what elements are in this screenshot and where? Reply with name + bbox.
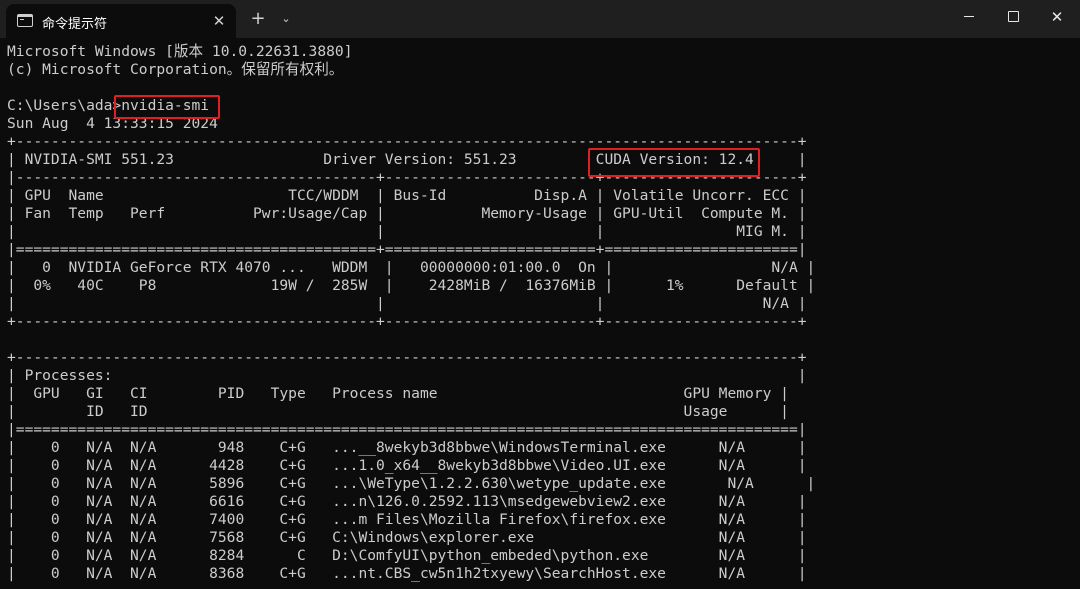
version-line: | NVIDIA-SMI 551.23 Driver Version: 551.… <box>7 151 807 168</box>
gpu-row: | 0 NVIDIA GeForce RTX 4070 ... WDDM | 0… <box>7 259 816 276</box>
close-button[interactable]: ✕ <box>1034 0 1080 34</box>
process-row: | 0 N/A N/A 7568 C+G C:\Windows\explorer… <box>7 529 807 546</box>
process-row: | 0 N/A N/A 8368 C+G ...nt.CBS_cw5n1h2tx… <box>7 565 807 582</box>
terminal-line <box>7 331 1080 349</box>
process-row: | 0 N/A N/A 5896 C+G ...\WeType\1.2.2.63… <box>7 475 816 492</box>
process-row: | 0 N/A N/A 948 C+G ...__8wekyb3d8bbwe\W… <box>7 439 807 456</box>
gpu-row: | 0% 40C P8 19W / 285W | 2428MiB / 16376… <box>7 277 816 294</box>
process-row: | 0 N/A N/A 7400 C+G ...m Files\Mozilla … <box>7 511 807 528</box>
processes-header: | ID ID Usage | <box>7 403 789 420</box>
terminal-line: (c) Microsoft Corporation。保留所有权利。 <box>7 61 344 78</box>
tab-command-prompt[interactable]: 命令提示符 ✕ <box>6 4 236 38</box>
table-border: +---------------------------------------… <box>7 349 807 366</box>
gpu-row: | | | N/A | <box>7 295 807 312</box>
table-border: |---------------------------------------… <box>7 169 807 186</box>
title-bar: 命令提示符 ✕ + ⌄ ✕ <box>0 0 1080 38</box>
tab-close-icon[interactable]: ✕ <box>208 10 230 32</box>
gpu-header-line: | GPU Name TCC/WDDM | Bus-Id Disp.A | Vo… <box>7 187 807 204</box>
terminal-output[interactable]: Microsoft Windows [版本 10.0.22631.3880] (… <box>7 43 1080 589</box>
process-row: | 0 N/A N/A 6616 C+G ...n\126.0.2592.113… <box>7 493 807 510</box>
processes-title: | Processes: | <box>7 367 807 384</box>
table-border: +---------------------------------------… <box>7 313 807 330</box>
table-border: |=======================================… <box>7 241 807 258</box>
terminal-icon <box>17 14 33 27</box>
gpu-header-line: | | | MIG M. | <box>7 223 807 240</box>
tab-title: 命令提示符 <box>42 17 108 32</box>
minimize-button[interactable] <box>946 0 992 34</box>
table-border: +---------------------------------------… <box>7 133 807 150</box>
chevron-down-icon[interactable]: ⌄ <box>276 9 296 29</box>
cuda-version-highlight-box <box>588 148 760 177</box>
new-tab-button[interactable]: + <box>247 8 269 30</box>
terminal-line: Microsoft Windows [版本 10.0.22631.3880] <box>7 43 353 60</box>
table-border: |=======================================… <box>7 421 807 438</box>
maximize-button[interactable] <box>990 0 1036 34</box>
process-row: | 0 N/A N/A 4428 C+G ...1.0_x64__8wekyb3… <box>7 457 807 474</box>
command-highlight-box <box>114 95 220 119</box>
processes-header: | GPU GI CI PID Type Process name GPU Me… <box>7 385 789 402</box>
process-row: | 0 N/A N/A 8284 C D:\ComfyUI\python_emb… <box>7 547 807 564</box>
gpu-header-line: | Fan Temp Perf Pwr:Usage/Cap | Memory-U… <box>7 205 807 222</box>
